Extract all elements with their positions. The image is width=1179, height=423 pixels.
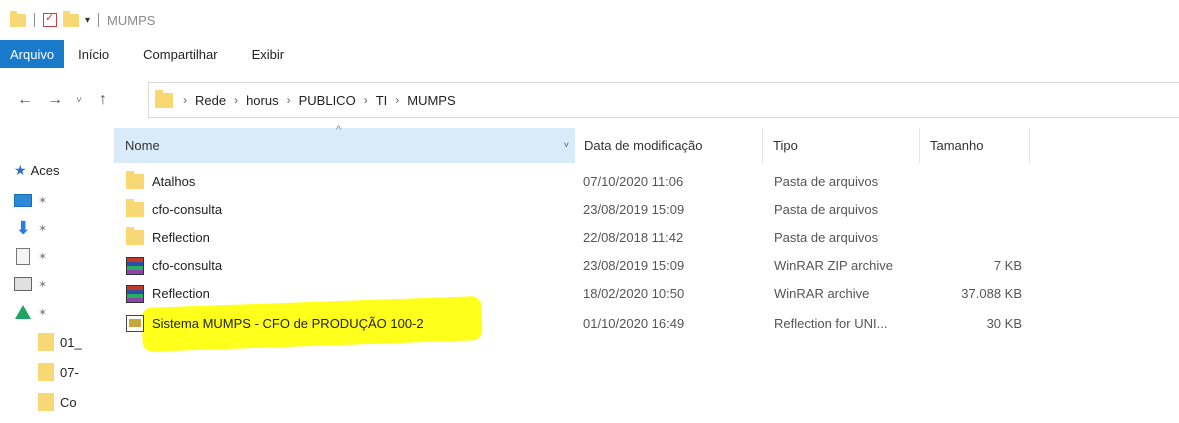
document-icon <box>16 247 30 265</box>
file-date: 18/02/2020 10:50 <box>583 286 685 301</box>
breadcrumb-mumps[interactable]: MUMPS <box>407 93 455 108</box>
nav-item-pictures[interactable]: ✶ <box>14 272 47 296</box>
pin-icon[interactable]: ✶ <box>38 194 47 207</box>
breadcrumb-ti[interactable]: TI <box>376 93 388 108</box>
window-title: MUMPS <box>107 12 156 28</box>
folder-icon <box>38 333 54 351</box>
file-size: 37.088 KB <box>961 286 1022 301</box>
file-row[interactable]: cfo-consulta 23/08/2019 15:09 Pasta de a… <box>114 196 1034 223</box>
file-row[interactable]: cfo-consulta 23/08/2019 15:09 WinRAR ZIP… <box>114 252 1034 279</box>
file-name: cfo-consulta <box>152 258 223 273</box>
desktop-icon <box>14 193 32 207</box>
file-date: 07/10/2020 11:06 <box>583 174 684 189</box>
nav-item-label: Aces <box>30 162 60 178</box>
chevron-right-icon[interactable]: › <box>234 93 238 107</box>
address-box[interactable]: › Rede › horus › PUBLICO › TI › MUMPS <box>148 82 1179 118</box>
tab-inicio[interactable]: Início <box>64 40 123 68</box>
file-date: 22/08/2018 11:42 <box>583 230 684 245</box>
tab-exibir[interactable]: Exibir <box>238 40 299 68</box>
file-name: Reflection <box>152 286 210 301</box>
chevron-right-icon: › <box>183 93 187 107</box>
nav-item-desktop[interactable]: ✶ <box>14 188 47 212</box>
nav-item-label: Co <box>60 394 77 410</box>
folder-icon <box>126 171 144 189</box>
file-size: 30 KB <box>986 316 1022 331</box>
column-header-size[interactable]: Tamanho <box>921 128 1030 163</box>
chevron-right-icon[interactable]: › <box>287 93 291 107</box>
file-date: 01/10/2020 16:49 <box>583 316 685 331</box>
file-name: cfo-consulta <box>152 202 223 217</box>
title-bar: ▾ MUMPS <box>0 0 1179 40</box>
pin-icon[interactable]: ✶ <box>38 306 47 319</box>
file-name: Sistema MUMPS - CFO de PRODUÇÃO 100-2 <box>152 316 424 331</box>
download-icon: ⬇ <box>15 217 31 238</box>
nav-item-drive[interactable]: ✶ <box>14 300 47 324</box>
terminal-icon <box>126 315 144 332</box>
pin-icon[interactable]: ✶ <box>38 250 47 263</box>
quick-access-dropdown[interactable]: ▾ <box>85 15 90 26</box>
file-row[interactable]: Atalhos 07/10/2020 11:06 Pasta de arquiv… <box>114 168 1034 195</box>
picture-icon <box>14 277 32 291</box>
address-bar-row: ← → ˅ ↑ › Rede › horus › PUBLICO › TI › … <box>0 78 1179 122</box>
tab-arquivo[interactable]: Arquivo <box>0 40 65 68</box>
winrar-icon <box>126 256 144 275</box>
nav-item-folder-07[interactable]: 07- <box>36 360 79 384</box>
column-header-date[interactable]: Data de modificação <box>576 128 763 163</box>
folder-icon[interactable] <box>10 10 26 27</box>
nav-item-folder-01[interactable]: 01_ <box>36 330 82 354</box>
folder-icon <box>126 227 144 245</box>
file-type: WinRAR ZIP archive <box>774 258 893 273</box>
recent-locations-button[interactable]: ˅ <box>70 95 88 106</box>
properties-icon[interactable] <box>43 11 57 27</box>
file-row[interactable]: Sistema MUMPS - CFO de PRODUÇÃO 100-2 01… <box>114 310 1034 337</box>
file-type: WinRAR archive <box>774 286 870 301</box>
nav-item-downloads[interactable]: ⬇ ✶ <box>14 216 47 240</box>
file-date: 23/08/2019 15:09 <box>583 202 685 217</box>
tab-compartilhar[interactable]: Compartilhar <box>123 40 237 68</box>
sort-ascending-icon: ^ <box>336 124 342 136</box>
ribbon-tabs: Arquivo Início Compartilhar Exibir <box>0 40 1179 68</box>
file-type: Pasta de arquivos <box>774 230 879 245</box>
folder-icon <box>126 199 144 217</box>
nav-item-label: 07- <box>60 364 79 380</box>
pin-icon[interactable]: ✶ <box>38 222 47 235</box>
file-name: Atalhos <box>152 174 196 189</box>
star-icon: ★ <box>14 161 27 178</box>
nav-item-documents[interactable]: ✶ <box>14 244 47 268</box>
column-header-name[interactable]: ^ Nome ˅ <box>114 124 575 163</box>
winrar-icon <box>126 284 144 303</box>
file-date: 23/08/2019 15:09 <box>583 258 685 273</box>
pin-icon[interactable]: ✶ <box>38 278 47 291</box>
file-row[interactable]: Reflection 22/08/2018 11:42 Pasta de arq… <box>114 224 1034 251</box>
breadcrumb-publico[interactable]: PUBLICO <box>299 93 356 108</box>
chevron-right-icon[interactable]: › <box>395 93 399 107</box>
file-size: 7 KB <box>993 258 1022 273</box>
new-folder-icon[interactable] <box>63 10 79 27</box>
nav-item-quick-access[interactable]: ★ Aces <box>14 158 59 182</box>
breadcrumb-rede[interactable]: Rede <box>195 93 226 108</box>
file-type: Reflection for UNI... <box>774 316 888 331</box>
up-button[interactable]: ↑ <box>88 91 118 109</box>
chevron-down-icon[interactable]: ˅ <box>564 140 569 150</box>
file-row[interactable]: Reflection 18/02/2020 10:50 WinRAR archi… <box>114 280 1034 307</box>
column-header-type[interactable]: Tipo <box>764 128 920 163</box>
file-type: Pasta de arquivos <box>774 202 879 217</box>
nav-item-folder-co[interactable]: Co <box>36 390 77 414</box>
folder-icon <box>38 363 54 381</box>
forward-button[interactable]: → <box>40 91 70 109</box>
drive-icon <box>15 305 31 319</box>
separator <box>34 13 35 27</box>
breadcrumb-horus[interactable]: horus <box>246 93 279 108</box>
folder-icon <box>155 89 173 108</box>
separator <box>98 13 100 27</box>
nav-item-label: 01_ <box>60 334 82 350</box>
column-header-label: Nome <box>125 138 160 153</box>
back-button[interactable]: ← <box>10 91 40 109</box>
navigation-pane: ★ Aces ✶ ⬇ ✶ ✶ ✶ ✶ 01_ 07- Co <box>0 150 100 423</box>
file-name: Reflection <box>152 230 210 245</box>
file-type: Pasta de arquivos <box>774 174 879 189</box>
folder-icon <box>38 393 54 411</box>
chevron-right-icon[interactable]: › <box>364 93 368 107</box>
